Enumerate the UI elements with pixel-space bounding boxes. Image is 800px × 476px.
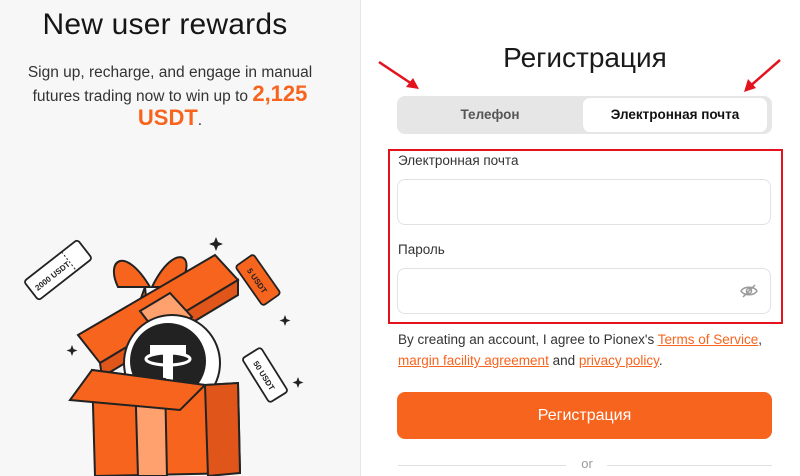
email-label: Электронная почта [398, 153, 519, 168]
tab-phone[interactable]: Телефон [397, 96, 583, 134]
or-divider-left [398, 465, 566, 466]
gift-box-illustration: 2000 USDT 5 USDT 50 USDT [24, 237, 304, 476]
tab-email[interactable]: Электронная почта [583, 98, 767, 132]
registration-tabs: Телефон Электронная почта [397, 96, 772, 134]
terms-separator: , [758, 332, 763, 347]
or-divider-right [607, 465, 772, 466]
gift-box-body [68, 368, 242, 476]
promo-panel: New user rewards Sign up, recharge, and … [0, 0, 360, 476]
terms-end: . [658, 353, 663, 368]
ticket-5: 5 USDT [235, 254, 281, 306]
password-field-wrapper [397, 268, 771, 314]
password-label: Пароль [398, 242, 445, 257]
ticket-50: 50 USDT [242, 347, 288, 403]
ticket-2000: 2000 USDT [24, 239, 92, 301]
email-field-wrapper [397, 179, 771, 225]
promo-desc-end: . [197, 112, 203, 129]
red-arrow-icon [744, 59, 781, 92]
panel-divider [360, 0, 361, 476]
register-button[interactable]: Регистрация [397, 392, 772, 439]
terms-text: By creating an account, I agree to Pione… [398, 329, 778, 371]
registration-title: Регистрация [503, 42, 667, 73]
terms-of-service-link[interactable]: Terms of Service [658, 332, 759, 347]
privacy-policy-link[interactable]: privacy policy [579, 353, 659, 368]
password-field[interactable] [398, 269, 742, 313]
promo-description: Sign up, recharge, and engage in manual … [20, 62, 320, 131]
email-field[interactable] [398, 180, 742, 224]
terms-and: and [548, 353, 579, 368]
red-arrow-icon [378, 60, 419, 89]
terms-prefix: By creating an account, I agree to Pione… [398, 332, 658, 347]
eye-off-icon[interactable] [740, 283, 758, 299]
or-label: or [581, 456, 593, 471]
promo-title: New user rewards [42, 8, 288, 41]
margin-agreement-link[interactable]: margin facility agreement [398, 353, 549, 368]
